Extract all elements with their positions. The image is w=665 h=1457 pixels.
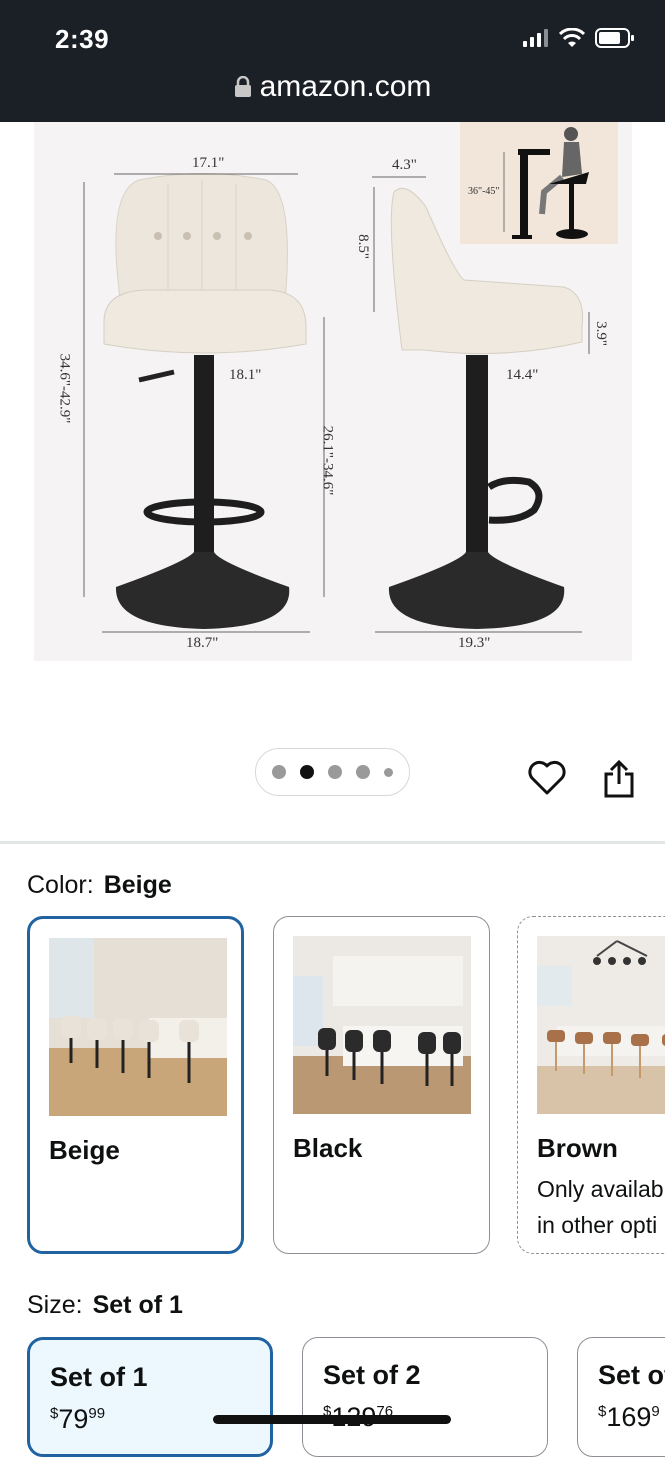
size-option-set-of-more[interactable]: Set of $1699 <box>577 1337 665 1457</box>
status-icons <box>523 28 635 48</box>
bar-stool-illustration <box>83 122 618 633</box>
swatch-name: Brown <box>537 1133 618 1163</box>
dim-seat-side: 14.4" <box>506 367 539 383</box>
price-whole: 169 <box>606 1402 652 1432</box>
color-selected-value: Beige <box>103 871 172 899</box>
beige-stools-photo <box>49 938 227 1116</box>
url-bar[interactable]: amazon.com <box>0 70 665 104</box>
color-option-brown[interactable]: Brown Only availab in other opti <box>517 916 665 1254</box>
dim-seat-front: 18.1" <box>229 367 262 383</box>
lock-icon <box>234 76 251 97</box>
size-option-name: Set of <box>598 1360 665 1390</box>
price-fraction: 99 <box>88 1405 106 1422</box>
carousel-dot[interactable] <box>272 765 286 779</box>
signal-icon <box>523 29 548 47</box>
size-option-set-of-2[interactable]: Set of 2 $12976 <box>302 1337 548 1457</box>
home-indicator[interactable] <box>213 1415 451 1424</box>
swatch-note-line: in other opti <box>537 1212 658 1238</box>
carousel-dot-active[interactable] <box>300 765 314 779</box>
carousel-dot[interactable] <box>356 765 370 779</box>
swatch-note-line: Only availab <box>537 1176 664 1202</box>
dim-back-height: 8.5" <box>354 234 371 259</box>
price-whole: 79 <box>58 1404 89 1434</box>
battery-icon <box>595 28 634 48</box>
color-label: Color: <box>27 871 94 899</box>
image-carousel-indicator[interactable] <box>255 748 410 796</box>
color-option-black[interactable]: Black <box>273 916 490 1254</box>
dim-total-height: 34.6"-42.9" <box>56 353 73 424</box>
size-option-price: $1699 <box>598 1402 660 1433</box>
url-text: amazon.com <box>259 70 432 103</box>
heart-icon[interactable] <box>528 760 566 796</box>
product-image[interactable]: 17.1" 4.3" 8.5" 34.6"-42.9" 18.1" 14.4" … <box>34 122 632 661</box>
section-divider <box>0 841 665 844</box>
status-time: 2:39 <box>55 24 110 54</box>
color-label-row: Color: Beige <box>27 871 172 900</box>
share-icon[interactable] <box>603 760 635 798</box>
brown-stools-photo <box>537 936 665 1114</box>
carousel-dot[interactable] <box>384 767 393 777</box>
size-option-name: Set of 1 <box>50 1362 148 1392</box>
size-label: Size: <box>27 1291 83 1319</box>
status-bar: 2:39 amazon.com <box>0 0 665 122</box>
wifi-icon <box>559 28 585 47</box>
carousel-dot[interactable] <box>328 765 342 779</box>
size-option-name: Set of 2 <box>323 1360 421 1390</box>
size-option-set-of-1[interactable]: Set of 1 $7999 <box>27 1337 273 1457</box>
dim-base-side: 19.3" <box>458 635 491 651</box>
black-stools-photo <box>293 936 471 1114</box>
swatch-name: Beige <box>49 1135 120 1165</box>
size-label-row: Size: Set of 1 <box>27 1291 183 1320</box>
dim-counter-height: 36"-45" <box>468 186 500 197</box>
dim-back-depth: 4.3" <box>392 157 417 173</box>
dim-base-front: 18.7" <box>186 635 219 651</box>
swatch-name: Black <box>293 1133 363 1163</box>
dim-seat-width: 17.1" <box>192 155 225 171</box>
price-fraction: 9 <box>651 1403 660 1420</box>
dim-cushion: 3.9" <box>592 321 609 346</box>
swatch-availability-note: Only availab in other opti <box>537 1171 664 1243</box>
dim-seat-height: 26.1"-34.6" <box>319 425 336 496</box>
size-selected-value: Set of 1 <box>92 1291 183 1319</box>
color-option-beige[interactable]: Beige <box>27 916 244 1254</box>
size-option-price: $7999 <box>50 1404 105 1435</box>
